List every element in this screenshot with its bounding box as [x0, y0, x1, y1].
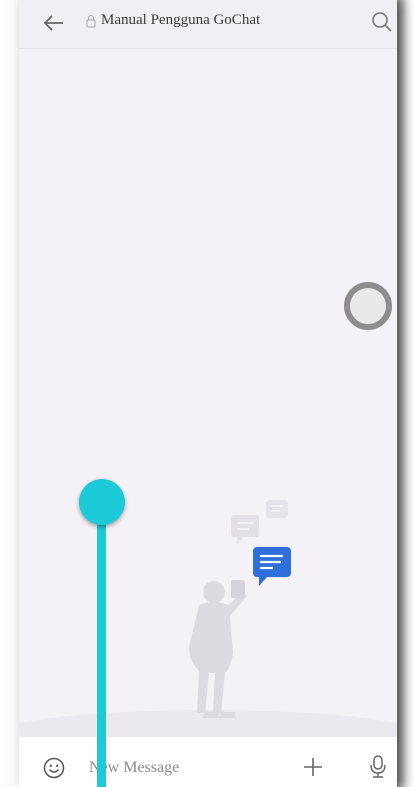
microphone-icon[interactable] [368, 754, 388, 780]
loading-ring-icon [343, 281, 393, 331]
lock-icon [86, 14, 96, 28]
screen-left-margin [0, 0, 19, 787]
header-bar: Manual Pengguna GoChat [19, 0, 397, 49]
touch-point-indicator [79, 479, 125, 525]
search-icon[interactable] [370, 10, 394, 34]
page-title: Manual Pengguna GoChat [101, 12, 261, 28]
app-screen: Manual Pengguna GoChat [19, 0, 397, 787]
screen-shadow [397, 0, 414, 787]
plus-icon[interactable] [302, 756, 324, 778]
message-input[interactable] [87, 752, 311, 784]
smiley-icon[interactable] [43, 757, 65, 779]
message-composer [19, 736, 397, 787]
back-arrow-icon[interactable] [41, 10, 67, 36]
empty-chat-illustration [19, 490, 397, 770]
touch-trail-indicator [97, 510, 106, 787]
